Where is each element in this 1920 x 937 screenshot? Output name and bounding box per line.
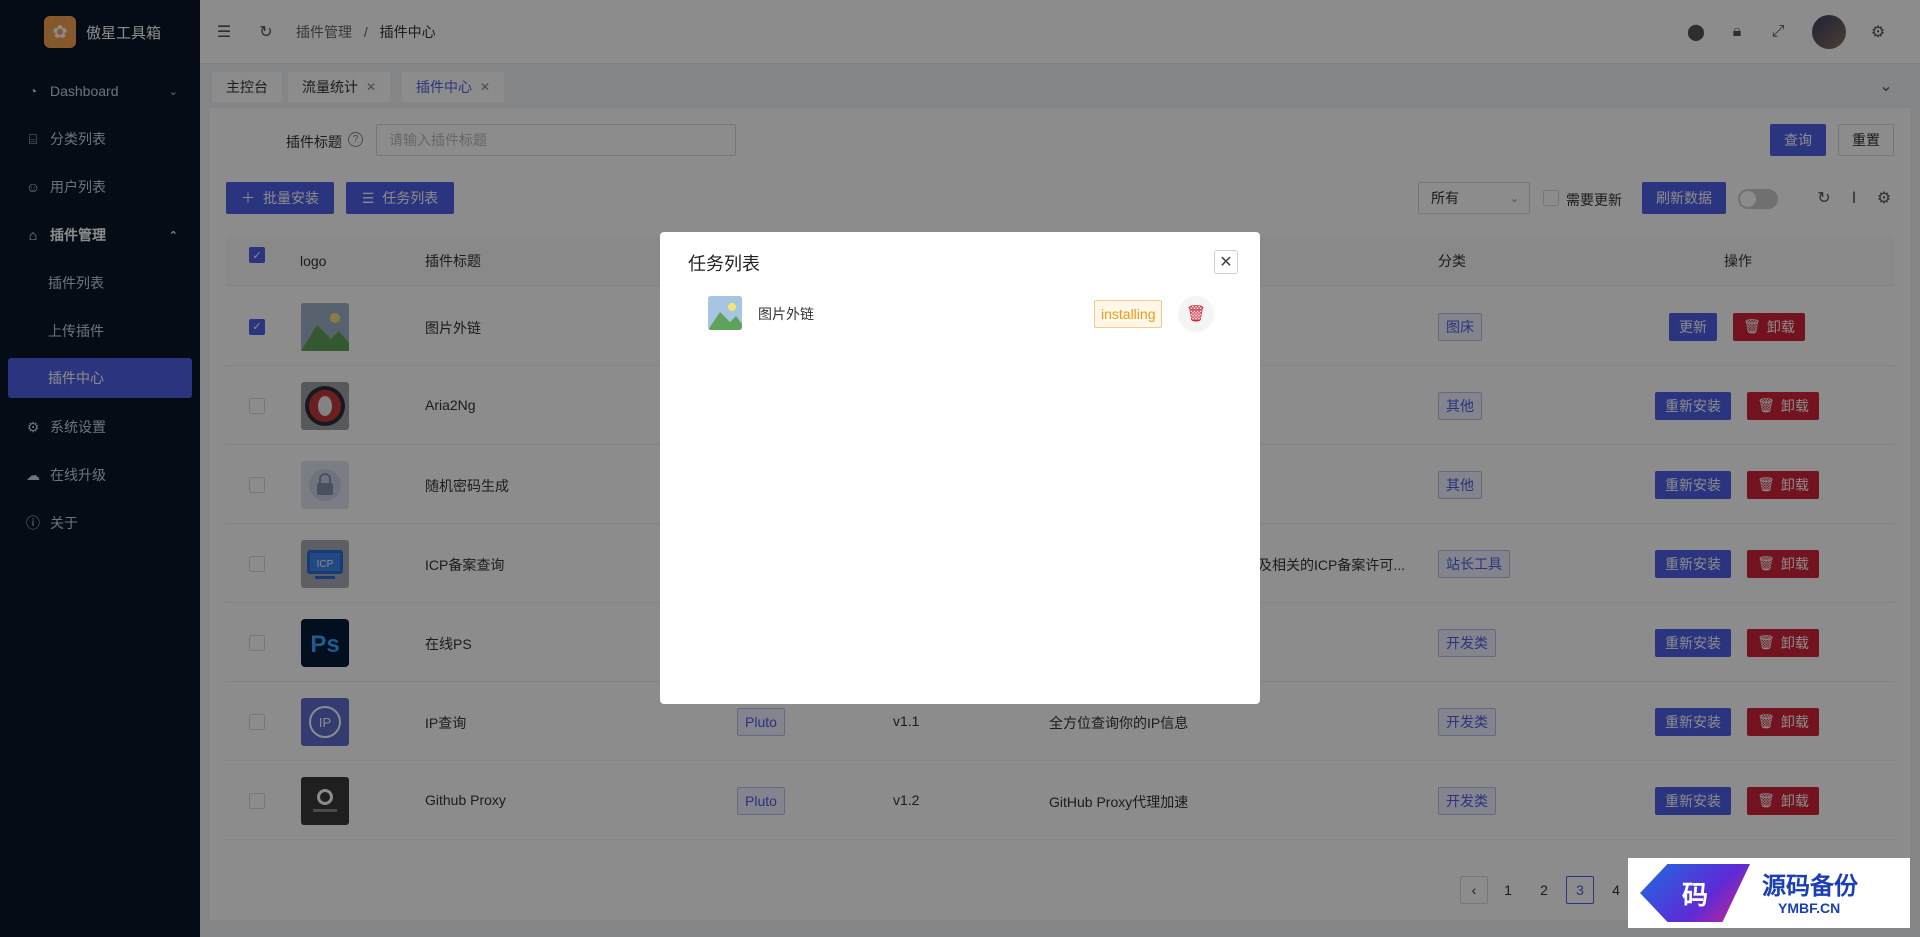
modal-title: 任务列表 xyxy=(688,254,760,274)
image-placeholder-icon xyxy=(708,296,742,330)
task-list-modal: 任务列表 ✕ 图片外链 installing 🗑︎ xyxy=(660,232,1260,704)
watermark: 码 源码备份 YMBF.CN xyxy=(1628,858,1910,928)
watermark-logo: 码 xyxy=(1640,864,1750,922)
task-name: 图片外链 xyxy=(758,306,814,322)
watermark-url: YMBF.CN xyxy=(1778,900,1841,916)
delete-icon[interactable]: 🗑︎ xyxy=(1178,296,1214,332)
task-status-badge: installing xyxy=(1094,300,1163,328)
close-icon[interactable]: ✕ xyxy=(1214,250,1238,274)
watermark-title: 源码备份 xyxy=(1762,873,1858,900)
